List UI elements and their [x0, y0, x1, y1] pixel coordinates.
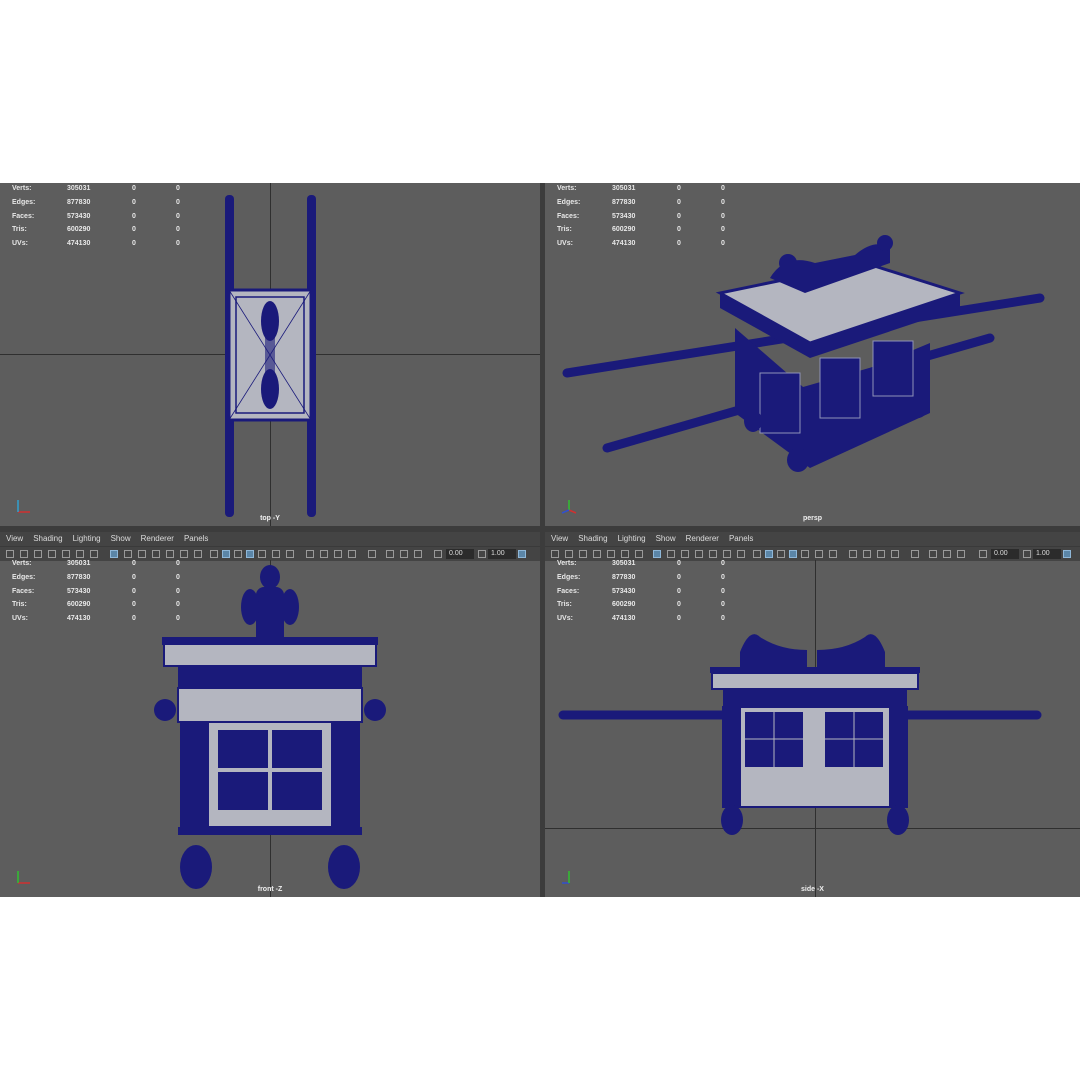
ark-model-front [154, 565, 386, 889]
viewport-camera-label: front -Z [257, 886, 283, 893]
axis-gizmo-icon [17, 871, 30, 884]
viewport-camera-label: top -Y [260, 515, 280, 522]
ark-model-top [225, 195, 316, 517]
ark-model-persp [562, 235, 1045, 472]
axis-gizmo-icon [17, 500, 30, 513]
viewport-top[interactable]: Verts: 305031 0 0 Edges: 877830 0 0 Faces: 5734… [0, 183, 540, 526]
viewport-persp[interactable]: Verts: 305031 0 0 Edges: 877830 0 0 Faces: 5734… [545, 183, 1080, 526]
ark-model-side [558, 634, 1042, 835]
axis-gizmo-icon [561, 500, 577, 514]
maya-four-view-layout: Verts: 305031 0 0 Edges: 877830 0 0 Faces: 5734… [0, 183, 1080, 897]
viewport-camera-label: persp [802, 515, 823, 522]
viewport-camera-label: side -X [801, 886, 824, 893]
viewport-front[interactable]: View Shading Lighting Show Renderer Panels [0, 532, 540, 897]
axis-gizmo-icon [562, 871, 570, 884]
viewport-side[interactable]: View Shading Lighting Show Renderer Panels [545, 532, 1080, 897]
